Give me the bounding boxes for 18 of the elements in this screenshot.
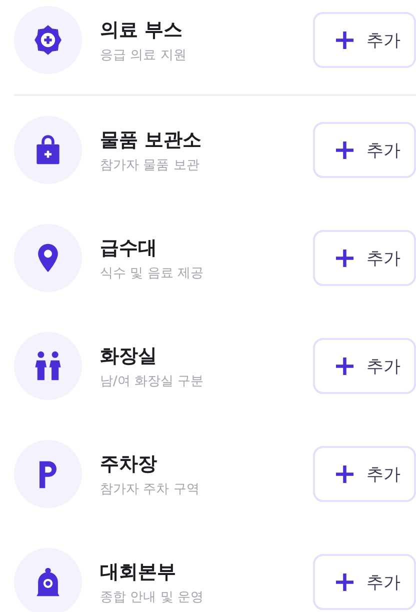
facility-title: 대회본부 bbox=[100, 560, 177, 584]
add-button[interactable]: + 추가 bbox=[313, 338, 416, 394]
facility-subtitle: 응급 의료 지원 bbox=[100, 46, 188, 64]
facility-title: 물품 보관소 bbox=[100, 128, 203, 152]
facility-title: 주차장 bbox=[100, 452, 158, 476]
facility-title: 의료 부스 bbox=[100, 18, 184, 42]
facility-subtitle: 식수 및 음료 제공 bbox=[100, 264, 204, 282]
add-button[interactable]: + 추가 bbox=[313, 12, 416, 68]
add-button[interactable]: + 추가 bbox=[313, 230, 416, 286]
facility-title: 급수대 bbox=[100, 236, 158, 260]
facility-subtitle: 남/여 화장실 구분 bbox=[100, 372, 205, 390]
facility-title: 화장실 bbox=[100, 344, 158, 368]
facility-subtitle: 참가자 물품 보관 bbox=[100, 156, 200, 174]
facility-subtitle: 참가자 주차 구역 bbox=[100, 480, 200, 498]
facility-subtitle: 종합 안내 및 운영 bbox=[100, 588, 204, 606]
add-button[interactable]: + 추가 bbox=[313, 554, 416, 610]
add-button[interactable]: + 추가 bbox=[313, 122, 416, 178]
add-button[interactable]: + 추가 bbox=[313, 446, 416, 502]
